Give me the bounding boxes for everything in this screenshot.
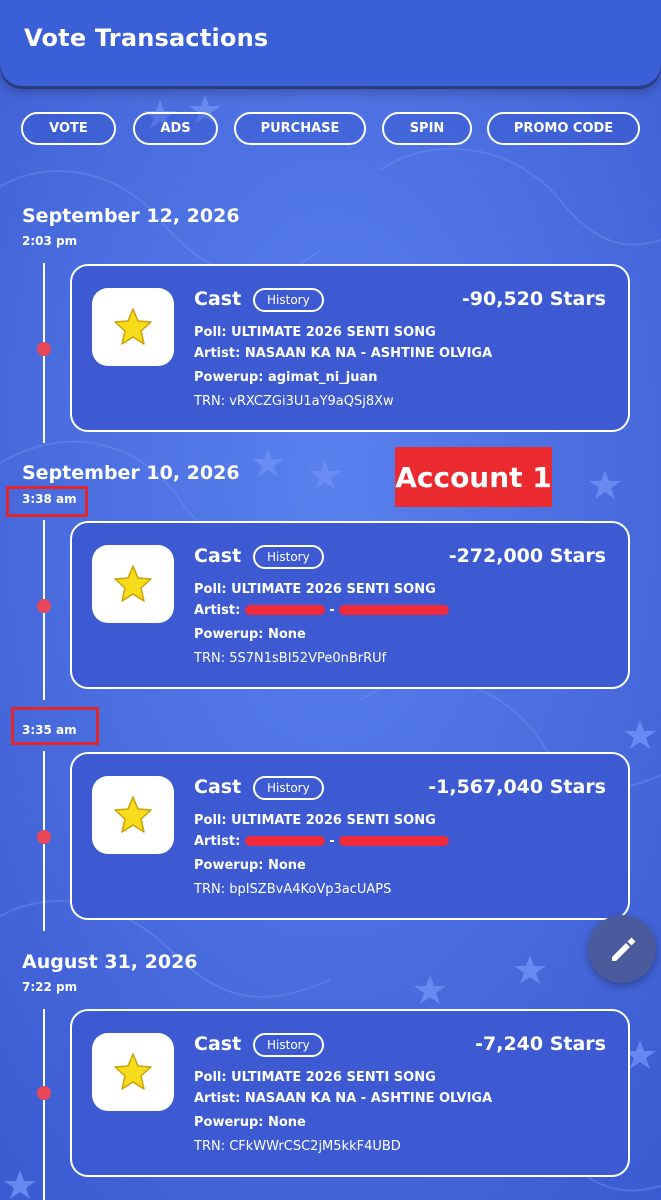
transaction-card[interactable]: Cast History -1,567,040 Stars Poll: ULTI… <box>70 752 630 920</box>
time-label: 7:22 pm <box>22 980 78 994</box>
artist-separator: - <box>329 603 335 618</box>
timeline-dot <box>37 830 51 844</box>
timeline-dot <box>37 1086 51 1100</box>
transaction-card[interactable]: Cast History -90,520 Stars Poll: ULTIMAT… <box>70 264 630 432</box>
date-header: September 10, 2026 <box>22 462 240 484</box>
history-button[interactable]: History <box>253 288 324 312</box>
tab-purchase[interactable]: PURCHASE <box>234 112 366 145</box>
tab-vote[interactable]: VOTE <box>21 112 116 145</box>
timeline-line <box>43 1009 45 1200</box>
redaction-mark <box>244 835 325 846</box>
tab-ads[interactable]: ADS <box>133 112 218 145</box>
artist-text: Artist: - <box>194 603 450 618</box>
trn-text: TRN: vRXCZGi3U1aY9aQSj8Xw <box>194 394 394 409</box>
date-header: August 31, 2026 <box>22 951 198 973</box>
stars-amount: -90,520 Stars <box>461 288 606 310</box>
star-icon <box>92 545 174 623</box>
powerup-text: Powerup: agimat_ni_juan <box>194 370 378 385</box>
transaction-card[interactable]: Cast History -272,000 Stars Poll: ULTIMA… <box>70 521 630 689</box>
transaction-card[interactable]: Cast History -7,240 Stars Poll: ULTIMATE… <box>70 1009 630 1177</box>
artist-separator: - <box>329 834 335 849</box>
transaction-type: Cast <box>194 1033 242 1055</box>
pencil-icon <box>612 937 636 961</box>
trn-text: TRN: CFkWWrCSC2jM5kkF4UBD <box>194 1139 401 1154</box>
artist-text: Artist: NASAAN KA NA - ASHTINE OLVIGA <box>194 346 493 361</box>
time-label: 2:03 pm <box>22 234 78 248</box>
poll-text: Poll: ULTIMATE 2026 SENTI SONG <box>194 325 436 340</box>
account-annotation: Account 1 <box>395 447 552 507</box>
stars-amount: -7,240 Stars <box>475 1033 606 1055</box>
app-header: Vote Transactions <box>0 0 661 86</box>
tab-spin[interactable]: SPIN <box>382 112 472 145</box>
timeline-dot <box>37 342 51 356</box>
history-button[interactable]: History <box>253 776 324 800</box>
stars-amount: -272,000 Stars <box>448 545 606 567</box>
transaction-type: Cast <box>194 288 242 310</box>
history-button[interactable]: History <box>253 545 324 569</box>
date-header: September 12, 2026 <box>22 205 240 227</box>
star-icon <box>92 288 174 366</box>
transaction-type: Cast <box>194 776 242 798</box>
history-button[interactable]: History <box>253 1033 324 1057</box>
star-icon <box>92 776 174 854</box>
artist-text: Artist: - <box>194 834 450 849</box>
redaction-mark <box>339 835 450 846</box>
tab-promo-code[interactable]: PROMO CODE <box>487 112 640 145</box>
trn-text: TRN: bpISZBvA4KoVp3acUAPS <box>194 882 392 897</box>
powerup-text: Powerup: None <box>194 1115 306 1130</box>
stars-amount: -1,567,040 Stars <box>428 776 606 798</box>
timeline-dot <box>37 599 51 613</box>
transaction-type: Cast <box>194 545 242 567</box>
poll-text: Poll: ULTIMATE 2026 SENTI SONG <box>194 813 436 828</box>
time-highlight-box <box>6 486 88 517</box>
redaction-mark <box>339 604 450 615</box>
redaction-mark <box>244 604 325 615</box>
star-icon <box>92 1033 174 1111</box>
page-title: Vote Transactions <box>24 24 269 52</box>
powerup-text: Powerup: None <box>194 627 306 642</box>
artist-text: Artist: NASAAN KA NA - ASHTINE OLVIGA <box>194 1091 493 1106</box>
trn-text: TRN: 5S7N1sBI52VPe0nBrRUf <box>194 651 387 666</box>
artist-prefix: Artist: <box>194 834 241 849</box>
poll-text: Poll: ULTIMATE 2026 SENTI SONG <box>194 582 436 597</box>
artist-prefix: Artist: <box>194 603 241 618</box>
time-highlight-box <box>11 707 99 745</box>
powerup-text: Powerup: None <box>194 858 306 873</box>
edit-fab-button[interactable] <box>588 915 656 983</box>
poll-text: Poll: ULTIMATE 2026 SENTI SONG <box>194 1070 436 1085</box>
